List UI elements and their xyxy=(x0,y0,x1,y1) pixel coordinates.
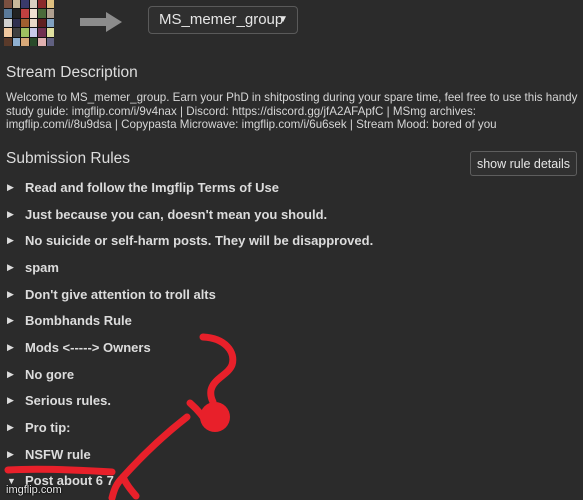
rule-item[interactable]: ▶ Just because you can, doesn't mean you … xyxy=(0,201,583,228)
thumbnail-tile xyxy=(21,0,29,9)
thumbnail-tile xyxy=(21,9,29,18)
thumbnail-tile xyxy=(46,0,54,9)
expand-triangle-icon: ▶ xyxy=(7,261,14,272)
rule-label: spam xyxy=(25,259,59,275)
thumbnail-tile xyxy=(46,28,54,37)
imgflip-watermark: imgflip.com xyxy=(6,484,62,496)
stream-selector-label: MS_memer_group xyxy=(159,11,284,28)
expand-triangle-icon: ▶ xyxy=(7,315,14,326)
thumbnail-tile xyxy=(4,37,12,46)
rule-item[interactable]: ▶ No suicide or self-harm posts. They wil… xyxy=(0,227,583,254)
rule-item[interactable]: ▶ spam xyxy=(0,254,583,281)
stream-thumbnail-image[interactable] xyxy=(4,0,54,46)
thumbnail-tile xyxy=(29,28,37,37)
thumbnail-tile xyxy=(38,18,46,28)
top-bar: MS_memer_group ▼ xyxy=(0,0,583,52)
thumbnail-tile xyxy=(12,18,20,28)
rule-label: No gore xyxy=(25,366,75,382)
stream-selector-dropdown[interactable]: MS_memer_group ▼ xyxy=(148,6,298,34)
thumbnail-tile xyxy=(38,0,46,9)
rule-label: NSFW rule xyxy=(25,446,91,462)
rule-label: Serious rules. xyxy=(25,393,111,409)
rules-list: ▶ Read and follow the Imgflip Terms of Us… xyxy=(0,174,583,494)
stream-description-heading: Stream Description xyxy=(6,64,138,81)
rule-item[interactable]: ▶ Mods <-----> Owners xyxy=(0,334,583,361)
thumbnail-tile xyxy=(12,0,20,9)
thumbnail-tile xyxy=(4,9,12,18)
chevron-down-icon: ▼ xyxy=(278,14,288,25)
thumbnail-tile xyxy=(46,37,54,46)
expand-triangle-icon: ▶ xyxy=(7,288,14,299)
show-rule-details-button[interactable]: show rule details xyxy=(470,151,577,176)
thumbnail-tile xyxy=(12,37,20,46)
expand-triangle-icon: ▶ xyxy=(7,422,14,433)
thumbnail-tile xyxy=(4,18,12,28)
rule-label: Just because you can, doesn't mean you s… xyxy=(25,206,328,222)
expand-triangle-icon: ▶ xyxy=(7,448,14,459)
arrow-right-icon xyxy=(80,12,122,32)
thumbnail-tile xyxy=(21,37,29,46)
thumbnail-tile xyxy=(38,37,46,46)
expand-triangle-icon: ▶ xyxy=(7,368,14,379)
rule-label: Bombhands Rule xyxy=(25,313,132,329)
rule-item[interactable]: ▶ Don't give attention to troll alts xyxy=(0,281,583,308)
expand-triangle-icon: ▶ xyxy=(7,395,14,406)
expand-triangle-icon: ▶ xyxy=(7,235,14,246)
rule-label: Read and follow the Imgflip Terms of Use xyxy=(25,179,280,195)
rule-item[interactable]: ▼ Post about 6 7 xyxy=(0,468,583,495)
rule-item[interactable]: ▶ Pro tip: xyxy=(0,414,583,441)
rule-item[interactable]: ▶ No gore xyxy=(0,361,583,388)
thumbnail-tile xyxy=(29,0,37,9)
stream-description-text: Welcome to MS_memer_group. Earn your PhD… xyxy=(6,91,578,131)
thumbnail-tile xyxy=(21,28,29,37)
rule-label: Mods <-----> Owners xyxy=(25,339,151,355)
rule-label: No suicide or self-harm posts. They will… xyxy=(25,233,374,249)
thumbnail-tile xyxy=(29,37,37,46)
thumbnail-tile xyxy=(29,18,37,28)
expand-triangle-icon: ▶ xyxy=(7,181,14,192)
rule-item[interactable]: ▶ Read and follow the Imgflip Terms of Us… xyxy=(0,174,583,201)
thumbnail-tile xyxy=(12,28,20,37)
thumbnail-tile xyxy=(21,18,29,28)
thumbnail-tile xyxy=(46,18,54,28)
thumbnail-tile xyxy=(38,9,46,18)
expand-triangle-icon: ▶ xyxy=(7,341,14,352)
rule-label: Don't give attention to troll alts xyxy=(25,286,216,302)
thumbnail-tile xyxy=(38,28,46,37)
thumbnail-tile xyxy=(46,9,54,18)
thumbnail-tile xyxy=(29,9,37,18)
thumbnail-tile xyxy=(12,9,20,18)
thumbnail-tile xyxy=(4,28,12,37)
expand-triangle-icon: ▶ xyxy=(7,208,14,219)
rule-item[interactable]: ▶ Bombhands Rule xyxy=(0,307,583,334)
thumbnail-tile xyxy=(4,0,12,9)
submission-rules-heading: Submission Rules xyxy=(6,150,131,167)
rule-item[interactable]: ▶ NSFW rule xyxy=(0,441,583,468)
rule-label: Pro tip: xyxy=(25,420,71,436)
rule-item[interactable]: ▶ Serious rules. xyxy=(0,388,583,415)
